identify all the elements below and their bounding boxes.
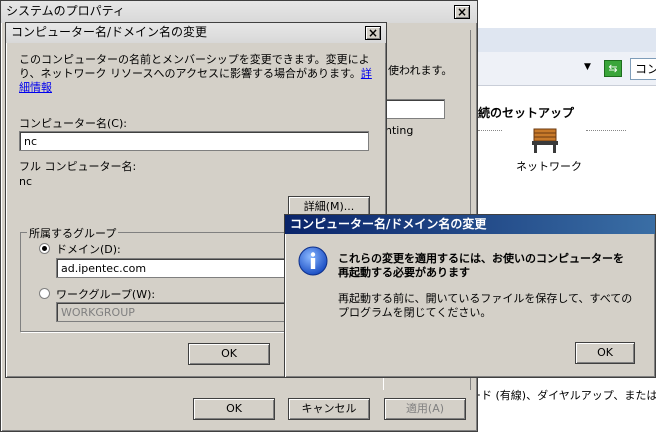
computer-name-input[interactable]: nc xyxy=(19,131,369,151)
rename-dialog-close-button[interactable]: × xyxy=(365,26,381,40)
partial-text-nting: nting xyxy=(385,124,414,137)
domain-input[interactable]: ad.ipentec.com xyxy=(56,258,288,278)
system-properties-title: システムのプロパティ xyxy=(6,4,125,18)
close-icon: × xyxy=(367,26,379,40)
system-properties-titlebar: システムのプロパティ xyxy=(1,1,477,23)
workgroup-input[interactable]: WORKGROUP xyxy=(56,302,288,322)
system-apply-button[interactable]: 適用(A) xyxy=(384,398,466,420)
message-ok-button[interactable]: OK xyxy=(575,342,635,364)
setup-heading: 続のセットアップ xyxy=(478,106,575,120)
refresh-icon[interactable]: ⇆ xyxy=(604,60,622,77)
info-icon xyxy=(298,246,328,276)
system-cancel-button[interactable]: キャンセル xyxy=(288,398,370,420)
dropdown-arrow-icon[interactable]: ▼ xyxy=(584,62,596,74)
background-window-strip xyxy=(470,28,656,52)
radio-selected-dot xyxy=(42,246,47,251)
rename-dialog-title: コンピューター名/ドメイン名の変更 xyxy=(11,25,208,39)
full-name-label: フル コンピューター名: xyxy=(19,160,137,173)
dotted-connector-left xyxy=(478,130,502,131)
message-box-title: コンピューター名/ドメイン名の変更 xyxy=(290,217,487,231)
full-name-value: nc xyxy=(19,175,33,188)
system-ok-button[interactable]: OK xyxy=(193,398,275,420)
workgroup-radio-label[interactable]: ワークグループ(W): xyxy=(56,286,155,302)
workgroup-radio[interactable] xyxy=(39,288,50,299)
connection-type-text: ード (有線)、ダイヤルアップ、または V xyxy=(470,389,656,402)
message-sub-text: 再起動する前に、開いているファイルを保存して、すべてのプログラムを閉じてください… xyxy=(338,292,633,319)
address-field[interactable]: コン xyxy=(630,58,656,80)
domain-radio-label[interactable]: ドメイン(D): xyxy=(56,241,121,257)
message-box-titlebar: コンピューター名/ドメイン名の変更 xyxy=(285,215,655,234)
description-text: このコンピューターの名前とメンバーシップを変更できます。変更により、ネットワーク… xyxy=(19,53,370,80)
rename-dialog-titlebar: コンピューター名/ドメイン名の変更 xyxy=(6,23,386,43)
partial-input[interactable] xyxy=(385,99,445,119)
network-bench-icon[interactable] xyxy=(530,126,560,154)
rename-ok-button[interactable]: OK xyxy=(188,343,270,365)
background-toolbar xyxy=(470,52,656,86)
network-label[interactable]: ネットワーク xyxy=(516,158,582,174)
dotted-connector-right xyxy=(586,130,626,131)
partial-text-used: 使われます。 xyxy=(388,64,453,77)
member-of-label: 所属するグループ xyxy=(27,225,119,241)
computer-name-label: コンピューター名(C): xyxy=(19,117,127,130)
system-properties-close-button[interactable]: × xyxy=(454,5,470,19)
close-icon: × xyxy=(456,5,468,19)
message-main-text: これらの変更を適用するには、お使いのコンピューターを再起動する必要があります xyxy=(338,252,624,279)
domain-radio[interactable] xyxy=(39,243,50,254)
rename-description: このコンピューターの名前とメンバーシップを変更できます。変更により、ネットワーク… xyxy=(19,53,374,95)
